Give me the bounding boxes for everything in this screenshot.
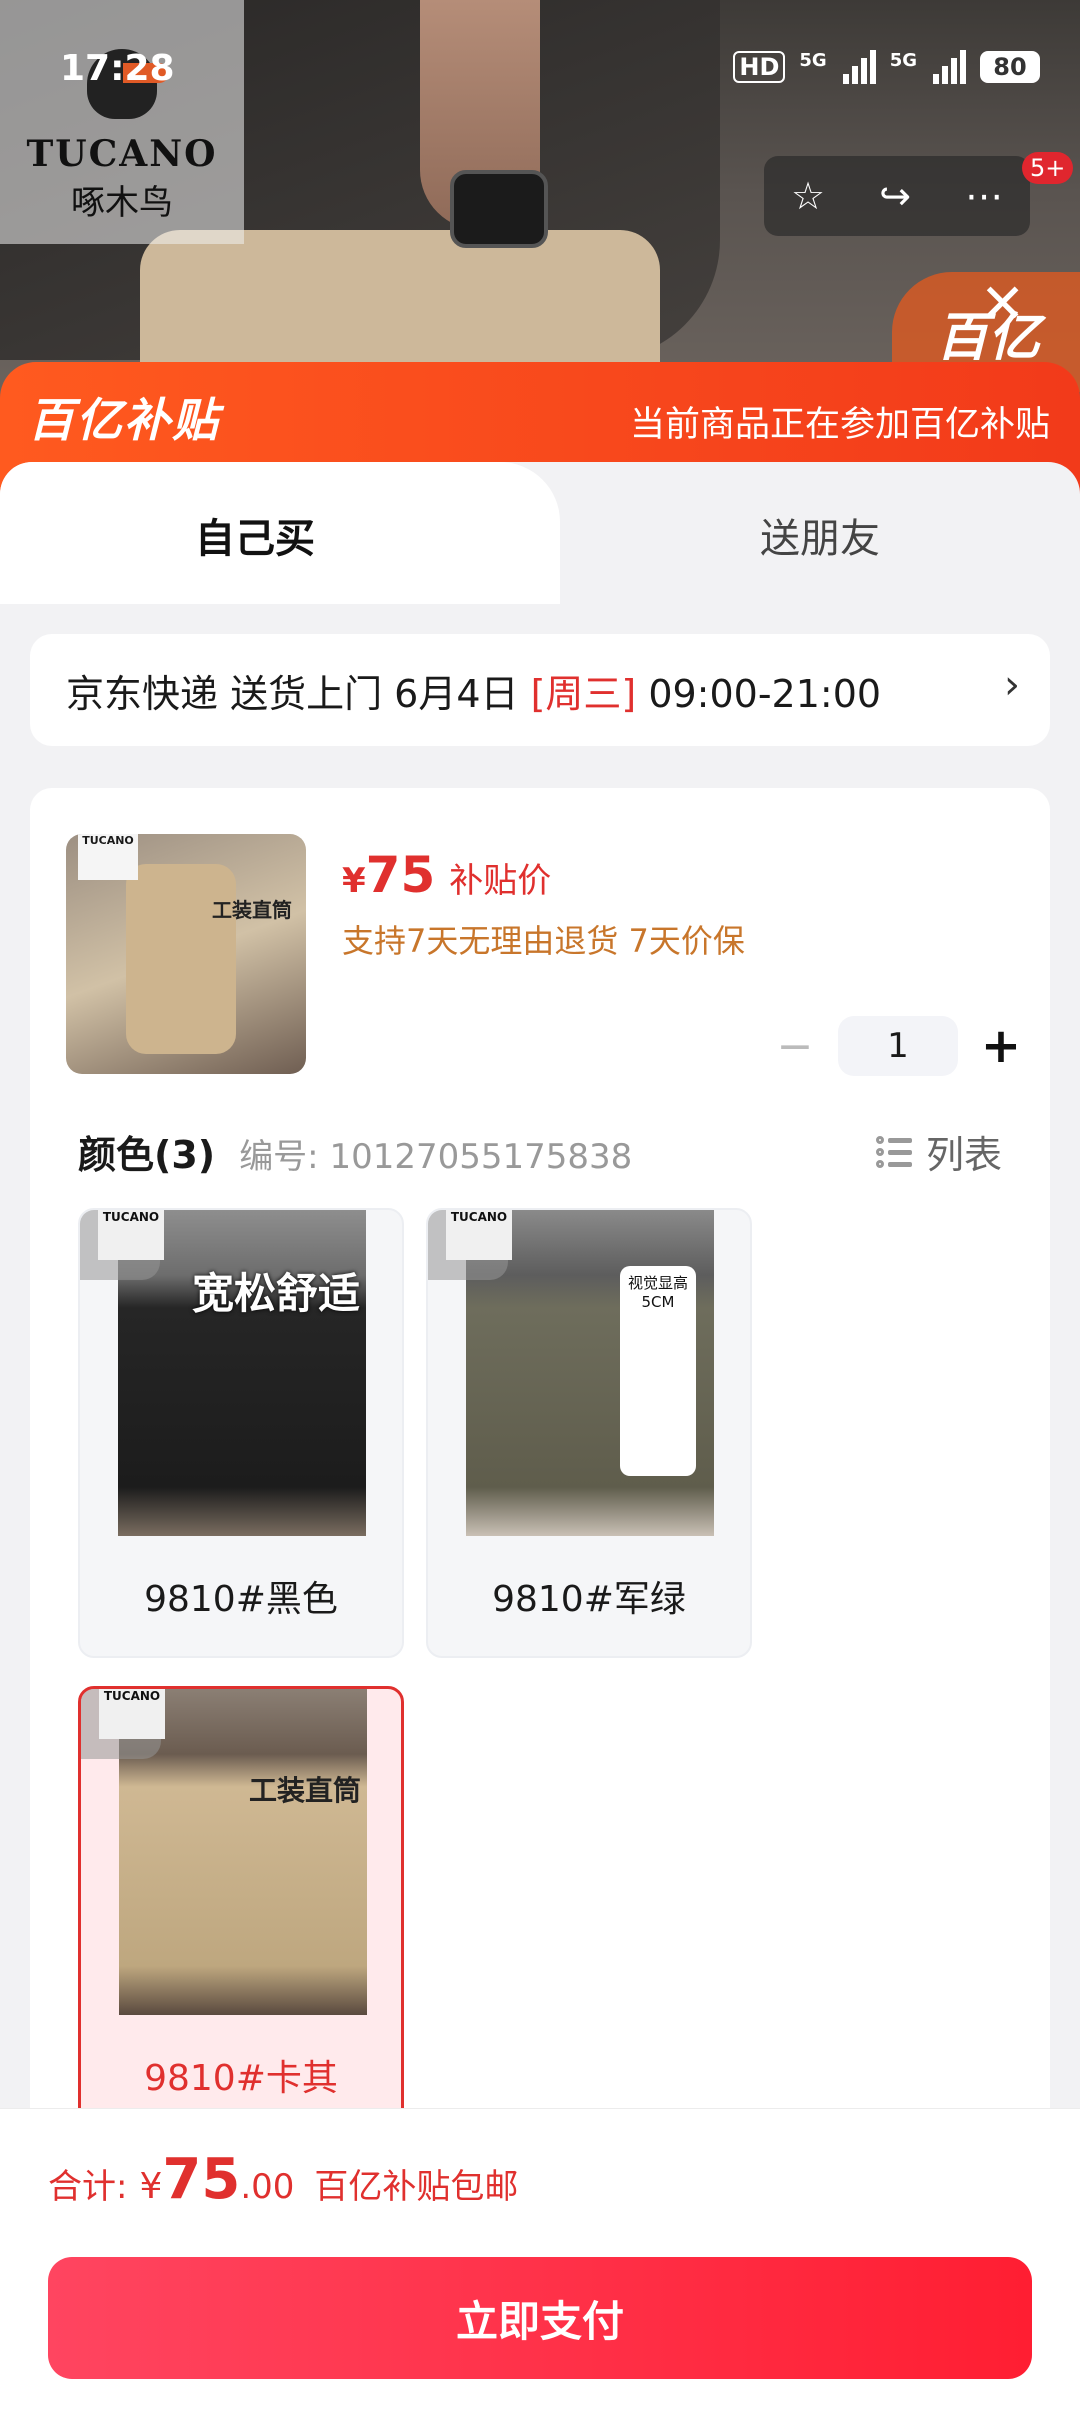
hero-watch <box>450 170 548 248</box>
thumb-title: 工装直筒 <box>212 898 292 922</box>
total-label: 合计: <box>48 2167 128 2207</box>
tab-gift-label[interactable]: 送朋友 <box>560 506 1080 564</box>
variant-black-label: 9810#黑色 <box>144 1579 338 1620</box>
list-view-button[interactable]: 列表 <box>875 1124 1002 1179</box>
list-view-label: 列表 <box>925 1133 1002 1177</box>
subsidy-logo: 百亿补贴 <box>28 393 220 447</box>
variant-green-label: 9810#军绿 <box>492 1579 686 1620</box>
close-icon[interactable]: ✕ <box>980 272 1025 335</box>
tab-self-buy-label[interactable]: 自己买 <box>0 506 510 564</box>
return-guarantee: 支持7天无理由退货 7天价保 <box>342 922 745 960</box>
price-tag: 补贴价 <box>449 861 552 901</box>
delivery-weekday: [周三] <box>530 671 637 716</box>
battery-icon: 80 <box>980 51 1040 83</box>
quantity-stepper: − 1 + <box>770 1016 1026 1076</box>
color-header: 颜色(3) 编号: 10127055175838 <box>78 1124 632 1179</box>
list-icon <box>875 1134 912 1170</box>
chevron-right-icon: › <box>1004 662 1020 708</box>
price-row: ¥ 75 补贴价 <box>342 846 551 904</box>
variant-brand-logo: TUCANO <box>446 1210 512 1260</box>
shipping-note: 百亿补贴包邮 <box>314 2167 519 2207</box>
star-icon[interactable]: ☆ <box>791 174 825 218</box>
thumb-pants <box>126 864 236 1054</box>
variant-brand-logo: TUCANO <box>99 1689 165 1739</box>
variant-khaki[interactable]: 工装直筒 TUCANO 9810#卡其 <box>78 1686 404 2136</box>
hd-icon: HD <box>733 51 786 83</box>
quantity-value[interactable]: 1 <box>838 1016 958 1076</box>
checkout-footer: 合计: ¥ 75 .00 百亿补贴包邮 立即支付 <box>0 2108 1080 2413</box>
brand-logo-cn: 啄木鸟 <box>71 183 173 223</box>
price-currency: ¥ <box>342 861 366 901</box>
message-badge: 5+ <box>1022 152 1074 184</box>
variant-green-promo: 视觉显高5CM <box>620 1266 696 1476</box>
buy-mode-tabs: 自己买 送朋友 <box>0 462 1080 604</box>
subsidy-banner-text: 当前商品正在参加百亿补贴 <box>629 405 1050 445</box>
price-value: 75 <box>365 846 436 904</box>
signal-2-icon <box>933 50 966 84</box>
variant-khaki-promo: 工装直筒 <box>248 1774 361 1807</box>
delivery-time: 09:00-21:00 <box>636 671 882 716</box>
variant-brand-logo: TUCANO <box>98 1210 164 1260</box>
delivery-prefix: 京东快递 送货上门 6月4日 <box>66 671 531 716</box>
total-decimals: .00 <box>240 2167 295 2207</box>
total-currency: ¥ <box>139 2166 163 2207</box>
brand-logo-en: TUCANO <box>26 133 218 175</box>
variant-army-green[interactable]: 视觉显高5CM TUCANO 9810#军绿 <box>426 1208 752 1658</box>
total-amount: 75 <box>162 2147 241 2212</box>
pay-now-button[interactable]: 立即支付 <box>48 2257 1032 2379</box>
delivery-row[interactable]: 京东快递 送货上门 6月4日 [周三] 09:00-21:00 › <box>30 634 1050 746</box>
variant-black[interactable]: 宽松舒适 TUCANO 9810#黑色 <box>78 1208 404 1658</box>
color-title: 颜色(3) <box>78 1133 216 1177</box>
plus-icon[interactable]: + <box>976 1018 1026 1074</box>
sim1-label: 5G <box>799 50 827 71</box>
variant-khaki-label: 9810#卡其 <box>144 2058 338 2099</box>
thumb-brand-logo: TUCANO <box>78 834 138 880</box>
top-action-bar: ☆ ↪ ⋯ <box>764 156 1030 236</box>
more-icon[interactable]: ⋯ <box>965 174 1003 218</box>
minus-icon[interactable]: − <box>770 1021 820 1072</box>
product-thumbnail[interactable]: TUCANO 工装直筒 <box>66 834 306 1074</box>
status-icons: HD 5G 5G 80 <box>733 50 1040 84</box>
variant-black-promo: 宽松舒适 <box>191 1269 360 1318</box>
signal-1-icon <box>842 50 876 84</box>
sim2-label: 5G <box>889 50 917 71</box>
share-icon[interactable]: ↪ <box>879 174 911 218</box>
delivery-info: 京东快递 送货上门 6月4日 [周三] 09:00-21:00 <box>66 663 881 718</box>
brand-logo: TUCANO 啄木鸟 <box>0 0 244 244</box>
product-code: 编号: 10127055175838 <box>239 1137 633 1177</box>
status-time: 17:28 <box>60 48 175 89</box>
order-total: 合计: ¥ 75 .00 百亿补贴包邮 <box>48 2147 518 2212</box>
